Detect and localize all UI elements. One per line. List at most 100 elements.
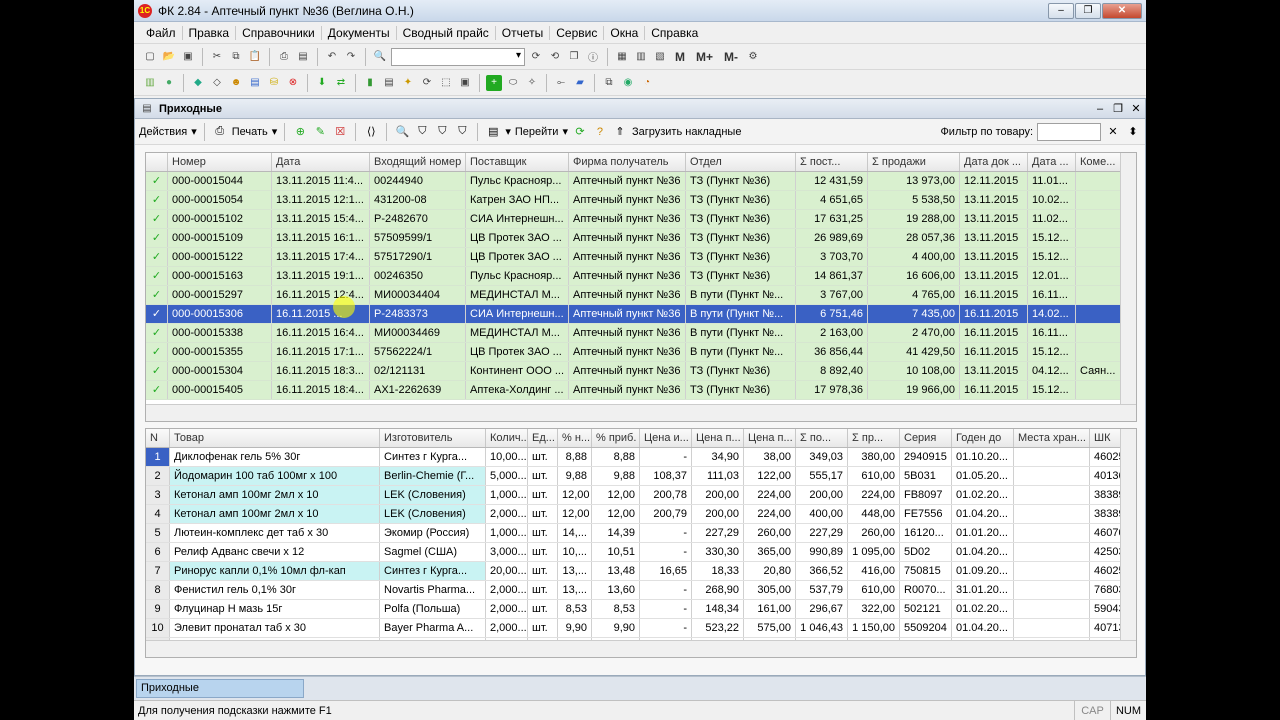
open-icon[interactable]: 📂: [161, 49, 177, 65]
menu-reports[interactable]: Отчеты: [496, 25, 551, 40]
calculator-icon[interactable]: ▦: [614, 49, 630, 65]
docs-col-header[interactable]: Номер: [168, 153, 272, 171]
stamp-icon[interactable]: ⬚: [438, 75, 454, 91]
menu-references[interactable]: Справочники: [236, 25, 322, 40]
star-doc-icon[interactable]: ✦: [400, 75, 416, 91]
docs-col-header[interactable]: Поставщик: [466, 153, 569, 171]
goto-menu[interactable]: Перейти: [515, 126, 559, 138]
memory-minus-button[interactable]: M-: [720, 50, 742, 64]
save-icon[interactable]: ▣: [180, 49, 196, 65]
table-row[interactable]: ✓ 000-00015338 16.11.2015 16:4... МИ0003446…: [146, 324, 1136, 343]
filter-input[interactable]: [1037, 122, 1101, 141]
minimize-button[interactable]: –: [1048, 2, 1074, 19]
books-icon[interactable]: ▥: [142, 75, 158, 91]
undo-icon[interactable]: ↶: [324, 49, 340, 65]
lines-col-header[interactable]: Колич...: [486, 429, 528, 447]
table-row[interactable]: 1 Диклофенак гель 5% 30г Синтез г Курга...…: [146, 448, 1136, 467]
lines-col-header[interactable]: % приб.: [592, 429, 640, 447]
filter-list-icon[interactable]: ⛉: [434, 124, 450, 140]
lines-col-header[interactable]: Σ пр...: [848, 429, 900, 447]
doc-green-icon[interactable]: ▮: [362, 75, 378, 91]
docs-horizontal-scrollbar[interactable]: [146, 404, 1136, 421]
docs-col-header[interactable]: Входящий номер: [370, 153, 466, 171]
table-row[interactable]: ✓ 000-00015102 13.11.2015 15:4... Р-2482670…: [146, 210, 1136, 229]
table-row[interactable]: 5 Лютеин-комплекс дет таб х 30 Экомир (Рос…: [146, 524, 1136, 543]
edit-icon[interactable]: ✎: [312, 124, 328, 140]
table-row[interactable]: 6 Релиф Адванс свечи х 12 Sagmel (США) 3,00…: [146, 543, 1136, 562]
delete-icon[interactable]: ☒: [332, 124, 348, 140]
lines-col-header[interactable]: Σ по...: [796, 429, 848, 447]
lines-col-header[interactable]: Серия: [900, 429, 952, 447]
menu-file[interactable]: Файл: [140, 25, 183, 40]
pill-icon[interactable]: ⬭: [505, 75, 521, 91]
table-row[interactable]: 2 Йодомарин 100 таб 100мг х 100 Berlin-Che…: [146, 467, 1136, 486]
box-icon[interactable]: ▣: [457, 75, 473, 91]
diamond-icon[interactable]: ◆: [190, 75, 206, 91]
paste-icon[interactable]: 📋: [247, 49, 263, 65]
search-icon[interactable]: 🔍: [372, 49, 388, 65]
lines-col-header[interactable]: Цена и...: [640, 429, 692, 447]
interval-icon[interactable]: ⟨⟩: [363, 124, 379, 140]
lines-col-header[interactable]: Ед...: [528, 429, 558, 447]
down-arrow-icon[interactable]: ⬇: [314, 75, 330, 91]
search-combo[interactable]: [391, 47, 525, 66]
menu-summary-price[interactable]: Сводный прайс: [397, 25, 496, 40]
pills-icon[interactable]: ●: [161, 75, 177, 91]
redo-icon[interactable]: ↷: [343, 49, 359, 65]
menu-edit[interactable]: Правка: [183, 25, 237, 40]
refresh-doc-icon[interactable]: ⟳: [419, 75, 435, 91]
info-icon[interactable]: ⓘ: [585, 49, 601, 65]
find-prev-icon[interactable]: ⟲: [547, 49, 563, 65]
table-row[interactable]: ✓ 000-00015044 13.11.2015 11:4... 00244940 П…: [146, 172, 1136, 191]
table-row[interactable]: ✓ 000-00015306 16.11.2015 ... Р-2483373 СИА …: [146, 305, 1136, 324]
find-icon[interactable]: 🔍: [394, 124, 410, 140]
syringe-icon[interactable]: ⟜: [553, 75, 569, 91]
table-row[interactable]: 8 Фенистил гель 0,1% 30г Novartis Pharma..…: [146, 581, 1136, 600]
maximize-button[interactable]: ❐: [1075, 2, 1101, 19]
table-row[interactable]: ✓ 000-00015054 13.11.2015 12:1... 431200-08…: [146, 191, 1136, 210]
cut-icon[interactable]: ✂: [209, 49, 225, 65]
table-row[interactable]: 7 Ринорус капли 0,1% 10мл фл-кап Синтез г …: [146, 562, 1136, 581]
lines-col-header[interactable]: Изготовитель: [380, 429, 486, 447]
docs-col-header[interactable]: Дата: [272, 153, 370, 171]
transfer-icon[interactable]: ⇄: [333, 75, 349, 91]
lines-horizontal-scrollbar[interactable]: [146, 640, 1136, 657]
docs-vertical-scrollbar[interactable]: [1120, 153, 1136, 404]
table-row[interactable]: ✓ 000-00015163 13.11.2015 19:1... 00246350 П…: [146, 267, 1136, 286]
doc-list-icon[interactable]: ▤: [381, 75, 397, 91]
calendar-icon[interactable]: ▥: [633, 49, 649, 65]
copy-icon[interactable]: ⧉: [228, 49, 244, 65]
tools-icon[interactable]: ⚙: [745, 49, 761, 65]
docs-col-header[interactable]: Фирма получатель: [569, 153, 686, 171]
user-icon[interactable]: ☻: [228, 75, 244, 91]
sub-close-button[interactable]: ✕: [1127, 102, 1145, 115]
menu-service[interactable]: Сервис: [550, 25, 605, 40]
print-icon[interactable]: ⎙: [276, 49, 292, 65]
pie-chart-icon[interactable]: ◔: [639, 75, 655, 91]
memory-plus-button[interactable]: M+: [692, 50, 717, 64]
sparkle-icon[interactable]: ✧: [524, 75, 540, 91]
docs-col-header[interactable]: Дата док ...: [960, 153, 1028, 171]
refresh-icon[interactable]: ⟳: [572, 124, 588, 140]
tag-icon[interactable]: ◇: [209, 75, 225, 91]
grid-icon[interactable]: ▧: [652, 49, 668, 65]
table-row[interactable]: ✓ 000-00015355 16.11.2015 17:1... 57562224/…: [146, 343, 1136, 362]
lines-col-header[interactable]: Цена п...: [744, 429, 796, 447]
new-icon[interactable]: ▢: [142, 49, 158, 65]
menu-help[interactable]: Справка: [645, 26, 704, 40]
docs-col-header[interactable]: Коме...: [1076, 153, 1124, 171]
memory-button[interactable]: M: [671, 50, 689, 64]
add-green-icon[interactable]: +: [486, 74, 502, 91]
lines-col-header[interactable]: Товар: [170, 429, 380, 447]
docs-col-header[interactable]: Отдел: [686, 153, 796, 171]
filter-clear-icon[interactable]: ⛉: [454, 124, 470, 140]
taskbar-item-incoming[interactable]: Приходные: [136, 679, 304, 698]
sub-minimize-button[interactable]: –: [1091, 103, 1109, 115]
lines-col-header[interactable]: Годен до: [952, 429, 1014, 447]
copy-doc-icon[interactable]: ⧉: [601, 75, 617, 91]
table-row[interactable]: ✓ 000-00015304 16.11.2015 18:3... 02/121131…: [146, 362, 1136, 381]
lines-col-header[interactable]: % н...: [558, 429, 592, 447]
filter-clear-x-icon[interactable]: ✕: [1105, 124, 1121, 140]
cancel-icon[interactable]: ⊗: [285, 75, 301, 91]
docs-col-header[interactable]: Σ продажи: [868, 153, 960, 171]
